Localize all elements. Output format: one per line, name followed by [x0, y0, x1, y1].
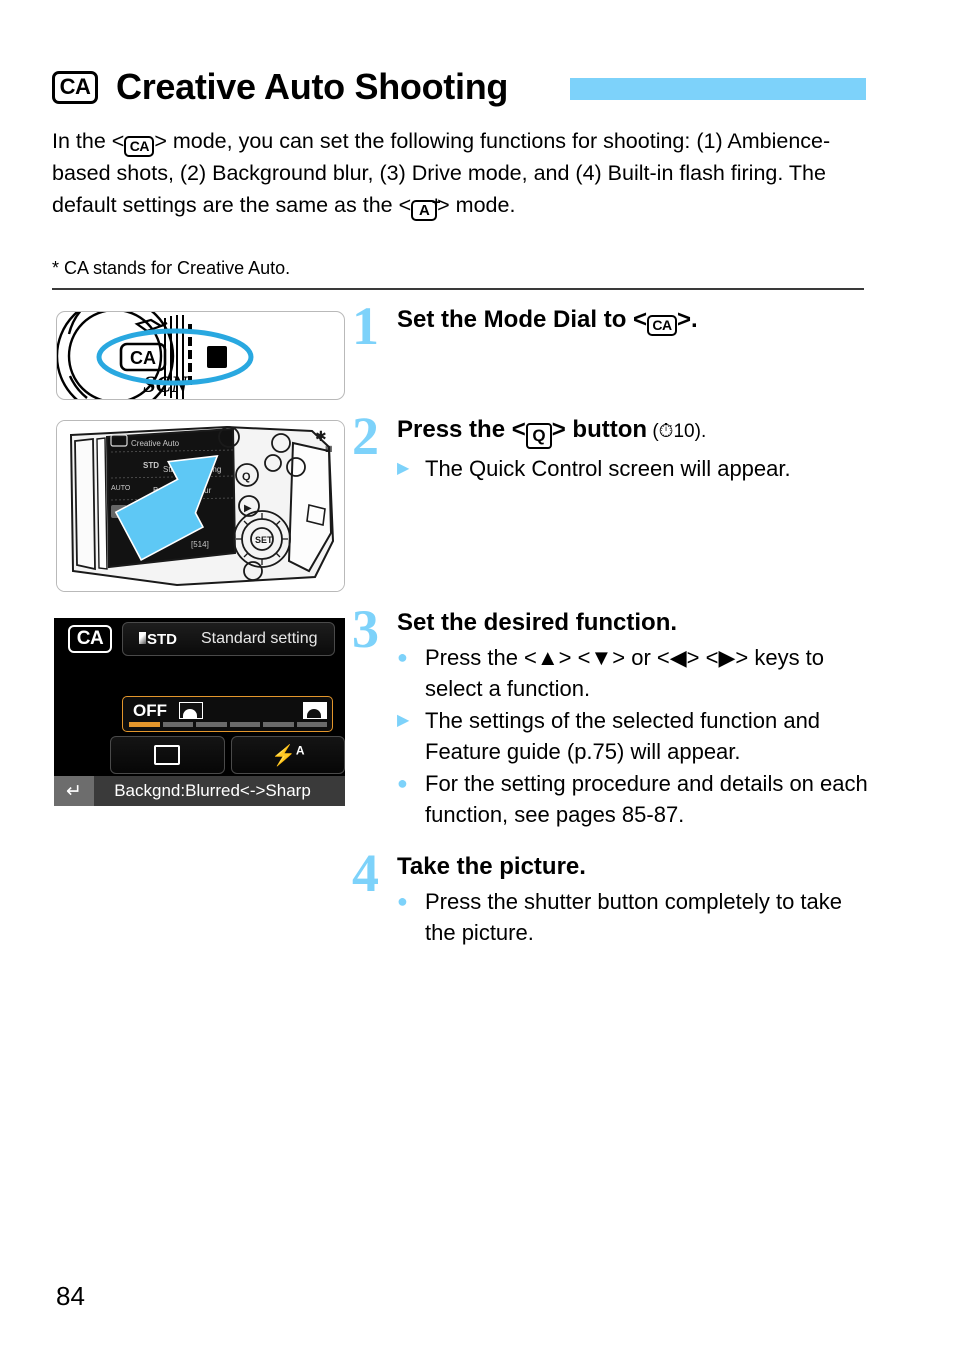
section-divider — [52, 288, 864, 290]
intro-part-1: In the < — [52, 129, 125, 153]
blur-sharp-icon — [303, 702, 327, 719]
quick-control-screen-figure: CA STD Standard setting OFF ⚡A ↵ Backgnd… — [54, 618, 345, 806]
step-2-number: 2 — [352, 406, 379, 466]
bullet-text: Press the <▲> <▼> or <◀> <▶> keys to sel… — [425, 645, 825, 701]
bullet-text: For the setting procedure and details on… — [425, 771, 868, 827]
page-number: 84 — [56, 1281, 85, 1311]
step-2-heading-timer: (⏱10). — [647, 421, 707, 442]
svg-text:AUTO: AUTO — [111, 485, 131, 492]
bullet-item: ▶ The Quick Control screen will appear. — [397, 453, 872, 484]
intro-paragraph: In the < CA > mode, you can set the follow… — [52, 125, 864, 221]
ca-mode-icon: CA — [52, 70, 98, 104]
step-1-number: 1 — [352, 296, 379, 356]
step-2-heading-pre: Press the < — [397, 416, 526, 443]
svg-text:STD: STD — [143, 461, 159, 470]
feature-guide-text: Backgnd:Blurred<->Sharp — [114, 781, 311, 800]
dot-bullet-icon: ● — [397, 891, 408, 911]
step-4-number: 4 — [352, 843, 379, 903]
drive-mode-item[interactable] — [110, 736, 225, 774]
step-4-bullets: ● Press the shutter button completely to… — [397, 886, 872, 948]
svg-text:✱: ✱ — [315, 428, 327, 444]
mode-dial-figure: CA SCN — [56, 311, 345, 400]
step-3-number: 3 — [352, 599, 379, 659]
bullet-text: The Quick Control screen will appear. — [425, 455, 791, 481]
title-accent-bar — [570, 78, 866, 100]
blur-off-label: OFF — [133, 701, 167, 720]
step-1-heading: Set the Mode Dial to < CA >. — [397, 305, 872, 336]
back-icon[interactable]: ↵ — [54, 776, 94, 806]
standard-ambience-icon: STD — [139, 631, 177, 648]
dot-bullet-icon: ● — [397, 773, 408, 793]
svg-text:[514]: [514] — [191, 540, 209, 549]
blur-tick — [196, 722, 227, 727]
background-blur-slider[interactable]: OFF — [122, 696, 333, 732]
scene-intelligent-auto-icon: A + — [411, 195, 441, 221]
quick-control-button-icon: Q — [525, 422, 552, 449]
intro-part-3: > mode. — [437, 193, 516, 217]
step-1-heading-post: >. — [677, 306, 698, 333]
flash-firing-item[interactable]: ⚡A — [230, 736, 345, 774]
svg-text:Q: Q — [242, 471, 251, 483]
lcd-top-row: CA STD Standard setting — [54, 618, 345, 660]
svg-text:▦: ▦ — [325, 444, 333, 453]
blur-level-ticks — [129, 722, 327, 727]
triangle-bullet-icon: ▶ — [397, 459, 410, 477]
aplus-letter: A — [418, 202, 430, 219]
step-1-heading-pre: Set the Mode Dial to < — [397, 306, 648, 333]
lcd-ca-mode-badge: CA — [68, 625, 112, 653]
blur-tick — [296, 722, 327, 727]
step-3-bullets: ● Press the <▲> <▼> or <◀> <▶> keys to s… — [397, 642, 872, 830]
blur-tick — [263, 722, 294, 727]
blur-tick — [162, 722, 193, 727]
bullet-item: ● Press the shutter button completely to… — [397, 886, 872, 948]
step-2: 2 Press the < Q > button (⏱10). ▶ The Quic… — [352, 409, 872, 484]
mode-dial-illustration: CA SCN — [57, 312, 254, 399]
dot-bullet-icon: ● — [397, 647, 408, 667]
step-3: 3 Set the desired function. ● Press the … — [352, 602, 872, 830]
blur-tick — [229, 722, 260, 727]
svg-text:Creative Auto: Creative Auto — [131, 439, 180, 448]
step-2-bullets: ▶ The Quick Control screen will appear. — [397, 453, 872, 484]
svg-text:▶: ▶ — [244, 503, 252, 514]
bullet-text: Press the shutter button completely to t… — [425, 889, 843, 945]
step-3-heading: Set the desired function. — [397, 609, 678, 636]
ca-mode-icon-step1: CA — [647, 314, 678, 336]
camera-back-illustration: Creative Auto STD Standard setting AUTO … — [57, 421, 344, 591]
ambience-setting-item[interactable]: STD Standard setting — [122, 622, 335, 656]
blur-blurred-icon — [179, 702, 203, 719]
bullet-item: ● For the setting procedure and details … — [397, 768, 872, 830]
camera-back-figure: Creative Auto STD Standard setting AUTO … — [56, 420, 345, 592]
bullet-text: The settings of the selected function an… — [425, 708, 821, 764]
feature-guide-bar: ↵ Backgnd:Blurred<->Sharp — [54, 776, 345, 806]
svg-text:SET: SET — [255, 535, 273, 545]
step-1: 1 Set the Mode Dial to < CA >. — [352, 299, 872, 353]
page-title-text: Creative Auto Shooting — [116, 66, 509, 107]
flash-auto-icon: ⚡A — [270, 742, 305, 767]
bullet-item: ● Press the <▲> <▼> or <◀> <▶> keys to s… — [397, 642, 872, 704]
ambience-setting-label: Standard setting — [201, 630, 318, 647]
footnote: * CA stands for Creative Auto. — [52, 258, 291, 278]
step-2-heading: Press the < Q > button (⏱10). — [397, 415, 872, 449]
lcd-bottom-controls-row: ⚡A — [110, 736, 345, 774]
svg-text:CA: CA — [130, 348, 156, 368]
step-4-heading: Take the picture. — [397, 853, 586, 880]
triangle-bullet-icon: ▶ — [397, 712, 410, 729]
bullet-item: ▶ The settings of the selected function … — [397, 705, 872, 767]
blur-tick — [129, 722, 160, 727]
aplus-plus: + — [431, 194, 441, 211]
step-2-heading-post: > button — [551, 416, 648, 443]
flash-auto-superscript: A — [295, 742, 305, 757]
single-shot-icon — [154, 745, 181, 765]
step-4: 4 Take the picture. ● Press the shutter … — [352, 846, 872, 948]
ca-mode-icon-inline: CA — [124, 135, 155, 157]
